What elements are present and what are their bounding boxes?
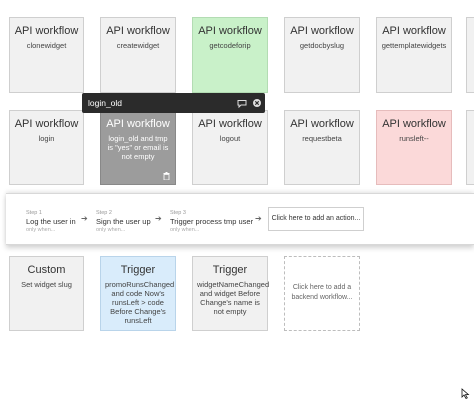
step-3[interactable]: Step 3 Trigger process tmp user only whe… — [170, 210, 253, 234]
workflow-card-getdocbyslug[interactable]: API workflow getdocbyslug — [284, 17, 360, 93]
workflow-card-name: promoRunsChanged and code Now's runsLeft… — [105, 280, 175, 325]
workflow-card-title: Trigger — [212, 264, 248, 276]
workflow-card-login-old[interactable]: API workflow login_old and tmp is "yes" … — [100, 110, 176, 185]
step-1[interactable]: Step 1 Log the user in only when... — [26, 210, 76, 234]
workflow-card-logout[interactable]: API workflow logout — [192, 110, 268, 185]
trash-icon[interactable] — [163, 172, 170, 180]
workflow-card-login[interactable]: API workflow login — [9, 110, 84, 185]
workflow-card-title: API workflow — [14, 118, 79, 130]
workflow-card-title: API workflow — [290, 118, 354, 130]
workflow-card-name: widgetNameChanged and widget Before Chan… — [197, 280, 270, 316]
step-name: Log the user in — [26, 217, 76, 226]
mouse-pointer-icon — [461, 388, 470, 399]
workflow-card-title: API workflow — [290, 25, 354, 37]
workflow-card-name: logout — [219, 134, 241, 143]
workflow-card-title: API workflow — [382, 25, 446, 37]
workflow-card-getcodeforip[interactable]: API workflow getcodeforip — [192, 17, 268, 93]
workflow-card-title: Custom — [27, 264, 66, 276]
step-condition: only when... — [170, 227, 200, 233]
add-backend-workflow-button[interactable]: Click here to add a backend workflow... — [284, 256, 360, 331]
step-name: Sign the user up — [96, 217, 151, 226]
close-icon[interactable] — [253, 99, 261, 107]
step-number: Step 2 — [96, 210, 112, 216]
workflow-card-runsleft[interactable]: API workflow runsleft-- — [376, 110, 452, 185]
workflow-card-trigger-widgetname[interactable]: Trigger widgetNameChanged and widget Bef… — [192, 256, 270, 331]
step-name: Trigger process tmp user — [170, 217, 254, 226]
step-number: Step 1 — [26, 210, 42, 216]
workflow-card-title: API workflow — [14, 25, 79, 37]
step-condition: only when... — [96, 227, 126, 233]
workflow-card-title: API workflow — [106, 118, 170, 130]
workflow-card-clonewidget[interactable]: API workflow clonewidget — [9, 17, 84, 93]
step-2[interactable]: Step 2 Sign the user up only when... — [96, 210, 151, 234]
workflow-card-name: getdocbyslug — [299, 41, 345, 50]
workflow-card-name: requestbeta — [302, 134, 342, 143]
workflow-card-offscreen[interactable] — [466, 110, 474, 185]
step-number: Step 3 — [170, 210, 186, 216]
workflow-card-name: runsleft-- — [399, 134, 429, 143]
workflow-card-gettemplatewidgets[interactable]: API workflow gettemplatewidgets — [376, 17, 452, 93]
workflow-card-name: gettemplatewidgets — [381, 41, 447, 50]
workflow-card-custom[interactable]: Custom Set widget slug — [9, 256, 84, 331]
step-condition: only when... — [26, 227, 56, 233]
workflow-card-name: login_old and tmp is "yes" or email is n… — [107, 134, 169, 161]
workflow-card-name: login — [38, 134, 55, 143]
workflow-card-title: API workflow — [198, 118, 262, 130]
workflow-card-createwidget[interactable]: API workflow createwidget — [100, 17, 176, 93]
workflow-card-title: API workflow — [198, 25, 262, 37]
workflow-card-name: Set widget slug — [21, 280, 72, 289]
workflow-name-tooltip: login_old — [82, 93, 265, 113]
workflow-card-title: API workflow — [382, 118, 446, 130]
workflow-card-title: API workflow — [106, 25, 170, 37]
workflow-card-name: clonewidget — [26, 41, 67, 50]
workflow-card-name: getcodeforip — [209, 41, 251, 50]
tooltip-label: login_old — [88, 98, 123, 108]
workflow-card-offscreen[interactable] — [466, 17, 474, 93]
workflow-card-name: createwidget — [116, 41, 160, 50]
arrow-right-icon: ➔ — [155, 214, 162, 223]
add-action-button[interactable]: Click here to add an action... — [268, 207, 364, 231]
arrow-right-icon: ➔ — [255, 214, 262, 223]
workflow-card-trigger-promo[interactable]: Trigger promoRunsChanged and code Now's … — [100, 256, 176, 331]
add-backend-workflow-label: Click here to add a backend workflow... — [291, 284, 353, 301]
comment-icon[interactable] — [237, 99, 247, 108]
workflow-steps-panel: Step 1 Log the user in only when... ➔ St… — [6, 193, 474, 245]
workflow-card-title: Trigger — [120, 264, 156, 276]
workflow-card-requestbeta[interactable]: API workflow requestbeta — [284, 110, 360, 185]
arrow-right-icon: ➔ — [81, 214, 88, 223]
workflow-canvas: API workflow clonewidget API workflow cr… — [0, 0, 474, 399]
